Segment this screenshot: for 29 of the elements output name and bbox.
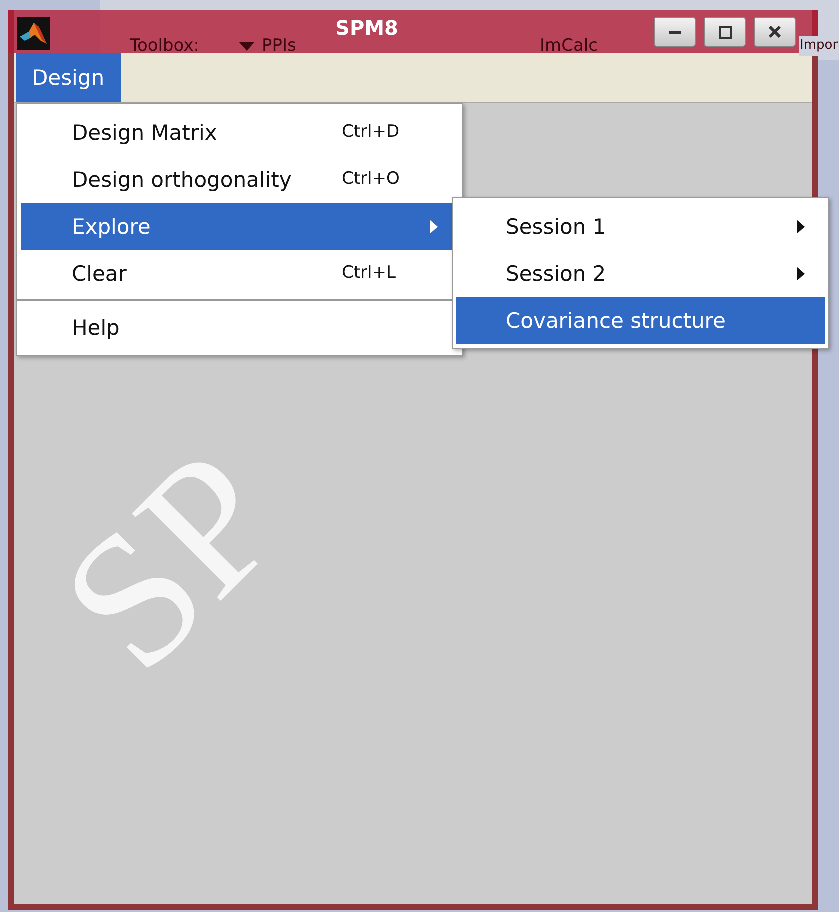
- window-title: SPM8: [336, 17, 398, 39]
- caret-icon: [239, 42, 256, 50]
- menu-item[interactable]: Session 2: [456, 250, 825, 297]
- menu-item[interactable]: Covariance structure: [456, 297, 825, 344]
- maximize-icon: [718, 26, 732, 38]
- shortcut-text: Ctrl+D: [342, 122, 400, 142]
- menu-item-label: Explore: [72, 214, 151, 238]
- close-button[interactable]: [754, 17, 796, 47]
- menu-item-label: Clear: [72, 262, 127, 286]
- menu-item[interactable]: Design Matrix Ctrl+D: [21, 109, 462, 156]
- menu-item-label: Session 2: [506, 262, 606, 286]
- menu-item[interactable]: Design orthogonality Ctrl+O: [21, 156, 462, 203]
- shortcut-text: Ctrl+O: [342, 169, 400, 189]
- submenu-arrow-icon: [797, 220, 805, 234]
- close-icon: [769, 26, 781, 38]
- menu-item-label: Design Matrix: [72, 120, 218, 144]
- minimize-button[interactable]: [654, 17, 696, 47]
- app-logo-icon: [17, 17, 50, 50]
- menu-title[interactable]: Design: [16, 53, 121, 102]
- shortcut-text: Ctrl+L: [342, 263, 396, 283]
- maximize-button[interactable]: [704, 17, 746, 47]
- menu-item-label: Design orthogonality: [72, 168, 292, 192]
- submenu-arrow-icon: [430, 220, 438, 234]
- submenu-arrow-icon: [797, 266, 805, 280]
- menu-item-label: Session 1: [506, 214, 606, 238]
- button-label[interactable]: Impor: [799, 36, 839, 56]
- menu-item-label: Covariance structure: [506, 308, 726, 332]
- menu-item-label: Help: [72, 316, 120, 340]
- minimize-icon: [669, 30, 681, 34]
